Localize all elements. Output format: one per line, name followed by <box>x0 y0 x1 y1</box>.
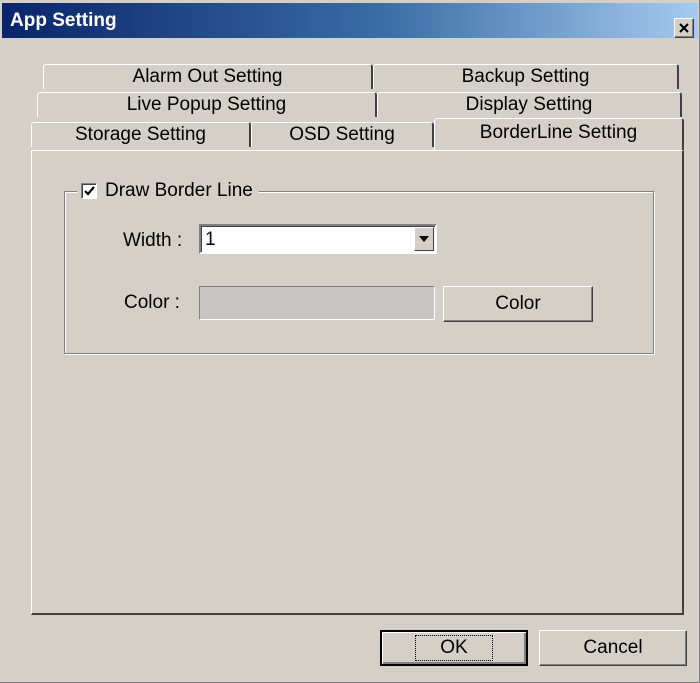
tab-label: Alarm Out Setting <box>132 66 283 87</box>
cancel-button-label: Cancel <box>583 637 643 658</box>
checkmark-icon <box>83 186 95 196</box>
draw-border-line-label: Draw Border Line <box>105 180 253 201</box>
cancel-button[interactable]: Cancel <box>539 630 687 666</box>
tab-label: Backup Setting <box>461 66 590 87</box>
tab-borderline-setting[interactable]: BorderLine Setting <box>434 118 684 150</box>
width-select-value: 1 <box>205 229 216 250</box>
tab-label: Display Setting <box>465 94 593 115</box>
color-button[interactable]: Color <box>443 286 593 322</box>
tab-alarm-out-setting[interactable]: Alarm Out Setting <box>43 64 373 89</box>
app-setting-dialog: App Setting Alarm Out Setting Backup Set… <box>0 0 700 683</box>
tab-label: Storage Setting <box>75 124 206 145</box>
tab-label: Live Popup Setting <box>126 94 287 115</box>
close-button[interactable] <box>674 18 694 38</box>
group-legend: Draw Border Line <box>77 180 259 202</box>
draw-border-line-group: Draw Border Line Width : Color : <box>64 180 654 354</box>
width-label: Width : <box>123 230 183 251</box>
tab-storage-setting[interactable]: Storage Setting <box>31 122 251 147</box>
chevron-down-icon <box>419 236 429 242</box>
tab-osd-setting[interactable]: OSD Setting <box>251 122 434 147</box>
tab-backup-setting[interactable]: Backup Setting <box>373 64 679 89</box>
dropdown-arrow[interactable] <box>414 227 434 251</box>
title-bar: App Setting <box>2 3 698 38</box>
close-icon <box>679 23 689 33</box>
color-button-label: Color <box>495 293 541 314</box>
tab-display-setting[interactable]: Display Setting <box>377 92 682 117</box>
width-select[interactable]: 1 <box>199 224 437 254</box>
window-title: App Setting <box>10 10 117 31</box>
tab-label: OSD Setting <box>289 124 395 145</box>
ok-button-label: OK <box>415 635 493 661</box>
borderline-setting-panel: Draw Border Line Width : Color : <box>31 150 684 615</box>
draw-border-line-checkbox[interactable] <box>81 183 97 199</box>
tab-live-popup-setting[interactable]: Live Popup Setting <box>37 92 377 117</box>
color-swatch <box>199 286 435 320</box>
color-label: Color : <box>124 292 180 313</box>
tab-label: BorderLine Setting <box>479 122 638 143</box>
ok-button[interactable]: OK <box>380 630 528 666</box>
